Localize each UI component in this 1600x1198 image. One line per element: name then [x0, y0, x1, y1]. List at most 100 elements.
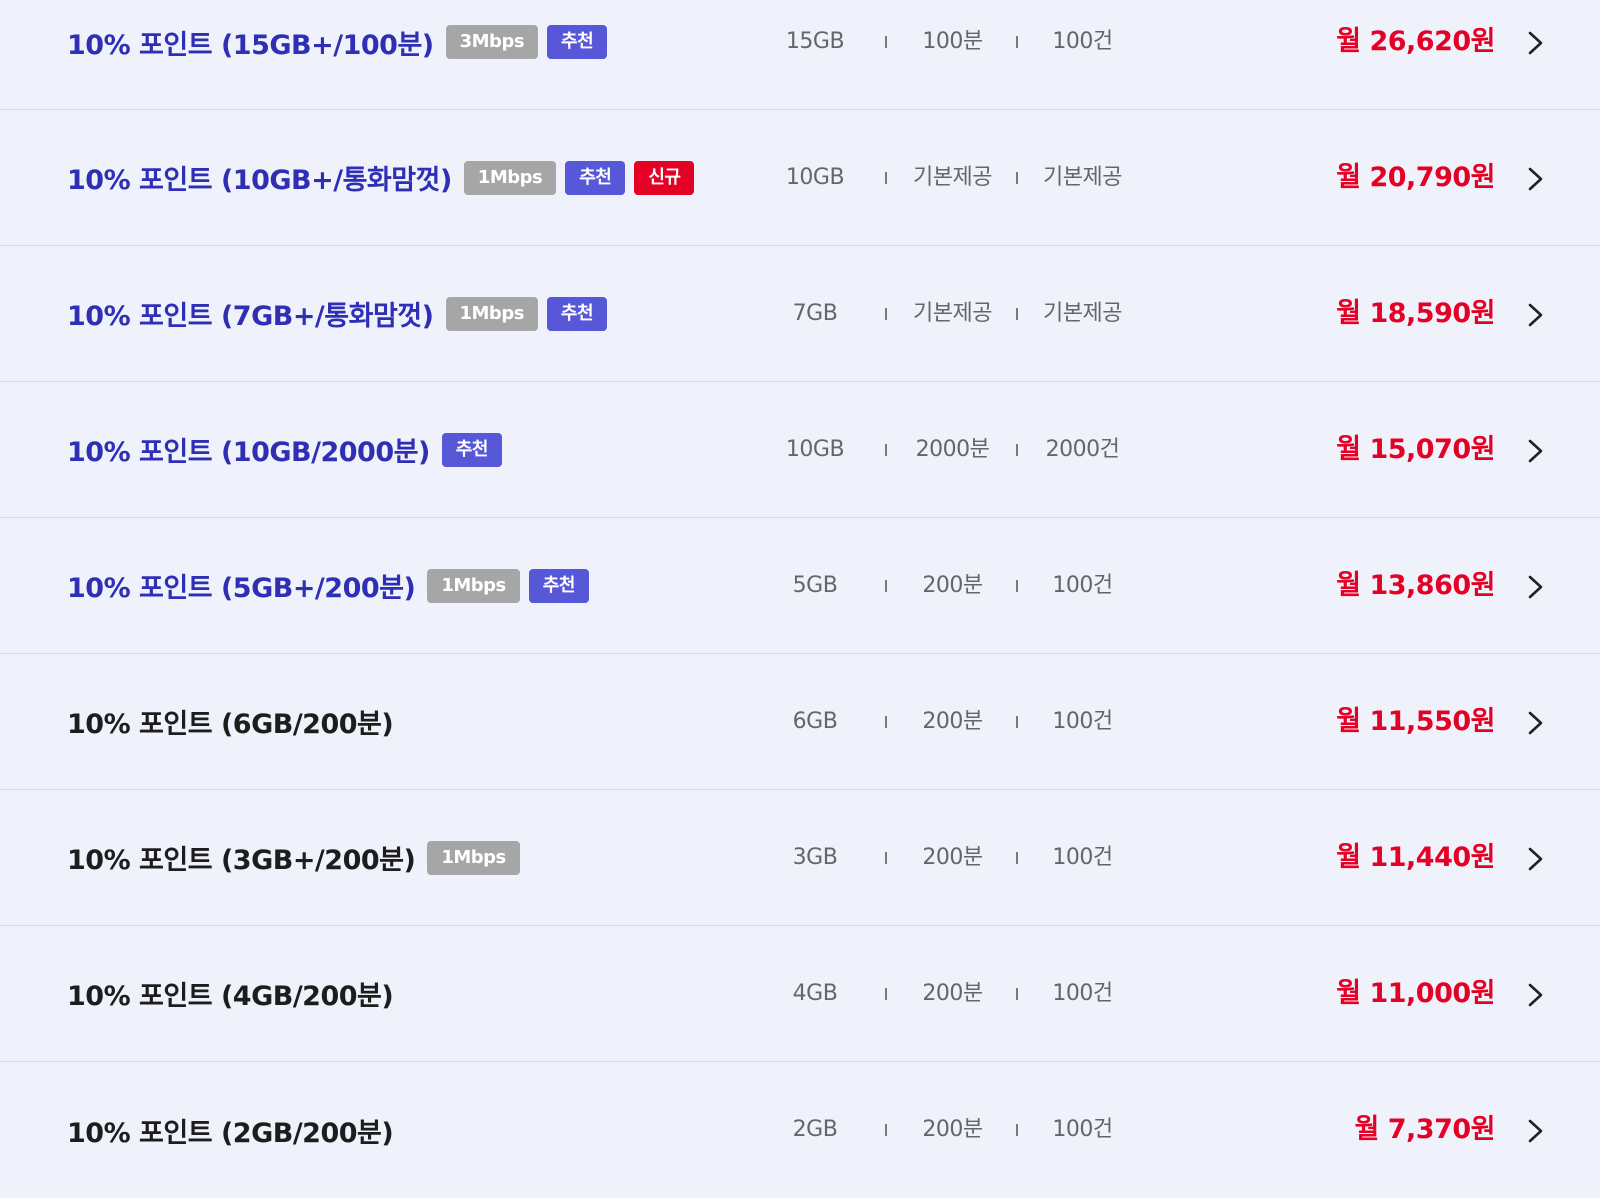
plan-row-inner: 10% 포인트 (6GB/200분) 6GB 200분 100건 월 11,55…	[0, 702, 1600, 742]
plan-badges: 1Mbps 추천	[415, 568, 589, 603]
plan-badges: 1Mbps	[415, 840, 520, 875]
plan-data: 7GB	[792, 300, 838, 326]
plan-price: 월 7,370원	[1354, 1114, 1496, 1145]
plan-name-area: 10% 포인트 (3GB+/200분) 1Mbps	[67, 838, 520, 878]
chevron-right-icon[interactable]	[1522, 166, 1548, 192]
spec-divider	[885, 715, 887, 728]
plan-data: 5GB	[792, 572, 838, 598]
plan-name-area: 10% 포인트 (4GB/200분)	[67, 974, 394, 1014]
spec-divider	[1016, 715, 1018, 728]
plan-price: 월 20,790원	[1336, 161, 1495, 193]
new-badge: 신규	[634, 160, 695, 195]
plan-data: 10GB	[785, 436, 845, 462]
plan-data: 10GB	[785, 164, 845, 190]
plan-price: 월 15,070원	[1336, 433, 1495, 465]
plan-row-6[interactable]: 10% 포인트 (6GB/200분) 6GB 200분 100건 월 11,55…	[0, 654, 1600, 790]
plan-name-area: 10% 포인트 (7GB+/통화맘껏) 1Mbps 추천	[67, 294, 608, 334]
plan-price: 월 26,620원	[1336, 26, 1495, 57]
speed-badge: 1Mbps	[463, 160, 557, 195]
plan-sms: 100건	[1052, 844, 1113, 870]
plan-data: 6GB	[792, 708, 838, 734]
plan-voice: 200분	[922, 844, 983, 870]
spec-divider	[885, 171, 887, 184]
speed-badge: 1Mbps	[427, 568, 520, 603]
spec-divider	[885, 579, 887, 592]
plan-row-inner: 10% 포인트 (7GB+/통화맘껏) 1Mbps 추천 7GB 기본제공 기본제…	[0, 294, 1600, 334]
chevron-right-icon[interactable]	[1522, 982, 1548, 1008]
recommend-badge: 추천	[528, 568, 589, 603]
plan-price: 월 11,550원	[1336, 705, 1495, 737]
spec-divider	[885, 36, 887, 48]
plan-row-1[interactable]: 10% 포인트 (15GB+/100분) 3Mbps 추천 15GB 100분 1…	[0, 0, 1600, 110]
plan-sms: 2000건	[1045, 436, 1120, 462]
plan-row-3[interactable]: 10% 포인트 (7GB+/통화맘껏) 1Mbps 추천 7GB 기본제공 기본제…	[0, 246, 1600, 382]
plan-row-8[interactable]: 10% 포인트 (4GB/200분) 4GB 200분 100건 월 11,00…	[0, 926, 1600, 1062]
plan-badges: 추천	[430, 432, 502, 467]
plan-price: 월 11,440원	[1336, 841, 1495, 873]
plan-data: 4GB	[792, 980, 838, 1006]
plan-badges: 1Mbps 추천	[434, 296, 608, 331]
plan-name-area: 10% 포인트 (6GB/200분)	[67, 702, 394, 742]
plan-name-area: 10% 포인트 (2GB/200분)	[67, 1110, 394, 1150]
plan-name: 10% 포인트 (10GB/2000분)	[67, 437, 430, 468]
spec-divider	[885, 851, 887, 864]
plan-sms: 기본제공	[1043, 300, 1122, 326]
plan-price: 월 18,590원	[1336, 297, 1495, 329]
chevron-right-icon[interactable]	[1522, 302, 1548, 328]
plan-name: 10% 포인트 (4GB/200분)	[67, 981, 394, 1012]
plan-name: 10% 포인트 (15GB+/100분)	[67, 29, 434, 61]
plan-row-4[interactable]: 10% 포인트 (10GB/2000분) 추천 10GB 2000분 2000건…	[0, 382, 1600, 518]
plan-row-inner: 10% 포인트 (10GB+/통화맘껏) 1Mbps 추천 신규 10GB 기본제공…	[0, 158, 1600, 198]
spec-divider	[1016, 851, 1018, 864]
plan-row-inner: 10% 포인트 (3GB+/200분) 1Mbps 3GB 200분 100건 …	[0, 838, 1600, 878]
spec-divider	[1016, 171, 1018, 184]
chevron-right-icon[interactable]	[1522, 710, 1548, 736]
plan-voice: 100분	[922, 29, 983, 54]
plan-sms: 100건	[1052, 980, 1113, 1006]
plan-price: 월 13,860원	[1336, 569, 1495, 601]
chevron-right-icon[interactable]	[1522, 438, 1548, 464]
plan-name: 10% 포인트 (3GB+/200분)	[67, 845, 416, 876]
plan-row-2[interactable]: 10% 포인트 (10GB+/통화맘껏) 1Mbps 추천 신규 10GB 기본제공…	[0, 110, 1600, 246]
plan-name: 10% 포인트 (6GB/200분)	[67, 709, 394, 740]
spec-divider	[1016, 443, 1018, 456]
plan-voice: 기본제공	[913, 300, 992, 326]
speed-badge: 1Mbps	[445, 296, 538, 331]
plan-badges: 1Mbps 추천 신규	[452, 160, 695, 195]
plan-name-area: 10% 포인트 (10GB+/통화맘껏) 1Mbps 추천 신규	[67, 158, 695, 198]
spec-divider	[1016, 987, 1018, 1000]
plan-row-5[interactable]: 10% 포인트 (5GB+/200분) 1Mbps 추천 5GB 200분 100…	[0, 518, 1600, 654]
plan-name: 10% 포인트 (5GB+/200분)	[67, 573, 416, 604]
chevron-right-icon[interactable]	[1522, 1118, 1548, 1144]
plan-price: 월 11,000원	[1336, 977, 1495, 1009]
plan-sms: 100건	[1052, 1117, 1113, 1142]
recommend-badge: 추천	[441, 432, 502, 467]
spec-divider	[885, 443, 887, 456]
plan-row-inner: 10% 포인트 (15GB+/100분) 3Mbps 추천 15GB 100분 1…	[0, 22, 1600, 62]
chevron-right-icon[interactable]	[1522, 30, 1548, 56]
plan-name-area: 10% 포인트 (10GB/2000분) 추천	[67, 430, 502, 470]
plan-voice: 200분	[922, 980, 983, 1006]
chevron-right-icon[interactable]	[1522, 574, 1548, 600]
plan-name-area: 10% 포인트 (5GB+/200분) 1Mbps 추천	[67, 566, 589, 606]
plan-badges: 3Mbps 추천	[434, 25, 608, 59]
recommend-badge: 추천	[565, 160, 626, 195]
plan-voice: 기본제공	[913, 164, 992, 190]
spec-divider	[885, 307, 887, 320]
speed-badge: 1Mbps	[427, 840, 520, 875]
plan-row-inner: 10% 포인트 (5GB+/200분) 1Mbps 추천 5GB 200분 100…	[0, 566, 1600, 606]
spec-divider	[1016, 36, 1018, 48]
spec-divider	[1016, 1124, 1018, 1136]
plan-data: 2GB	[792, 1117, 838, 1142]
plan-row-7[interactable]: 10% 포인트 (3GB+/200분) 1Mbps 3GB 200분 100건 …	[0, 790, 1600, 926]
plan-row-9[interactable]: 10% 포인트 (2GB/200분) 2GB 200분 100건 월 7,370…	[0, 1062, 1600, 1198]
plan-sms: 100건	[1052, 572, 1113, 598]
plan-name: 10% 포인트 (10GB+/통화맘껏)	[67, 165, 452, 196]
plan-sms: 기본제공	[1043, 164, 1122, 190]
plan-row-inner: 10% 포인트 (10GB/2000분) 추천 10GB 2000분 2000건…	[0, 430, 1600, 470]
plan-name-area: 10% 포인트 (15GB+/100분) 3Mbps 추천	[67, 22, 608, 62]
spec-divider	[885, 1124, 887, 1136]
plan-row-inner: 10% 포인트 (4GB/200분) 4GB 200분 100건 월 11,00…	[0, 974, 1600, 1014]
chevron-right-icon[interactable]	[1522, 846, 1548, 872]
spec-divider	[1016, 579, 1018, 592]
